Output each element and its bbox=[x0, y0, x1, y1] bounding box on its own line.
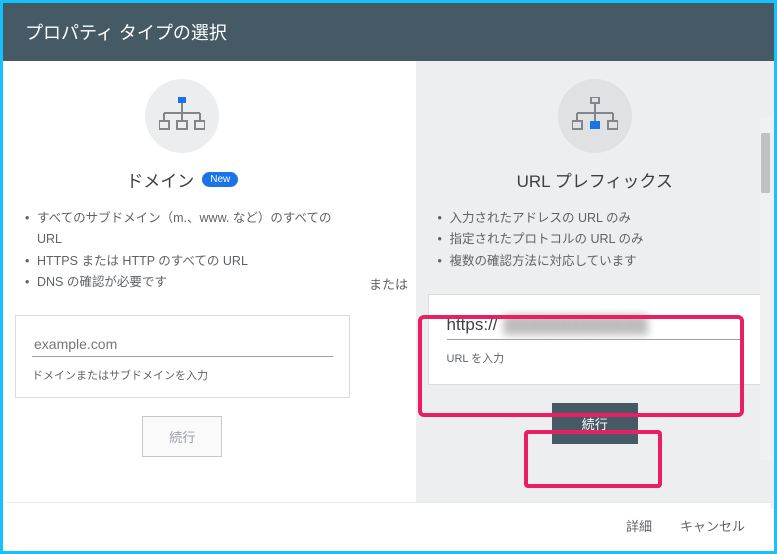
domain-input[interactable] bbox=[32, 332, 333, 357]
url-input-hint: URL を入力 bbox=[447, 350, 744, 366]
domain-input-card: ドメインまたはサブドメインを入力 bbox=[15, 315, 350, 398]
sitemap-icon bbox=[558, 79, 632, 153]
domain-bullets: すべてのサブドメイン（m.、www. など）のすべての URL HTTPS また… bbox=[15, 208, 350, 293]
sitemap-icon bbox=[145, 79, 219, 153]
url-bullets: 入力されたアドレスの URL のみ 指定されたプロトコルの URL のみ 複数の… bbox=[428, 208, 763, 272]
details-link[interactable]: 詳細 bbox=[626, 516, 652, 535]
url-prefix-card[interactable]: URL プレフィックス 入力されたアドレスの URL のみ 指定されたプロトコル… bbox=[416, 61, 775, 509]
separator-label: または bbox=[362, 61, 416, 509]
bullet-item: 複数の確認方法に対応しています bbox=[434, 251, 757, 272]
bullet-item: HTTPS または HTTP のすべての URL bbox=[21, 251, 344, 272]
scrollbar-thumb[interactable] bbox=[761, 133, 770, 193]
url-input-value: https:// bbox=[447, 315, 498, 335]
url-prefix-title: URL プレフィックス bbox=[517, 167, 673, 192]
domain-title: ドメイン bbox=[126, 167, 194, 192]
domain-continue-button[interactable]: 続行 bbox=[142, 416, 222, 457]
bullet-item: DNS の確認が必要です bbox=[21, 272, 344, 293]
url-input-blurred: ████████████ bbox=[504, 315, 649, 335]
domain-property-card[interactable]: ドメイン New すべてのサブドメイン（m.、www. など）のすべての URL… bbox=[3, 61, 362, 509]
bullet-item: 入力されたアドレスの URL のみ bbox=[434, 208, 757, 229]
dialog-footer: 詳細 キャンセル bbox=[6, 502, 771, 548]
dialog-header: プロパティ タイプの選択 bbox=[3, 3, 774, 61]
dialog-title: プロパティ タイプの選択 bbox=[25, 23, 227, 43]
domain-input-hint: ドメインまたはサブドメインを入力 bbox=[32, 367, 333, 383]
new-badge: New bbox=[202, 172, 238, 187]
cancel-link[interactable]: キャンセル bbox=[680, 516, 745, 535]
bullet-item: すべてのサブドメイン（m.、www. など）のすべての URL bbox=[21, 208, 344, 251]
url-continue-button[interactable]: 続行 bbox=[552, 403, 638, 444]
url-input-card: https:// ████████████ URL を入力 bbox=[428, 294, 763, 385]
bullet-item: 指定されたプロトコルの URL のみ bbox=[434, 229, 757, 250]
